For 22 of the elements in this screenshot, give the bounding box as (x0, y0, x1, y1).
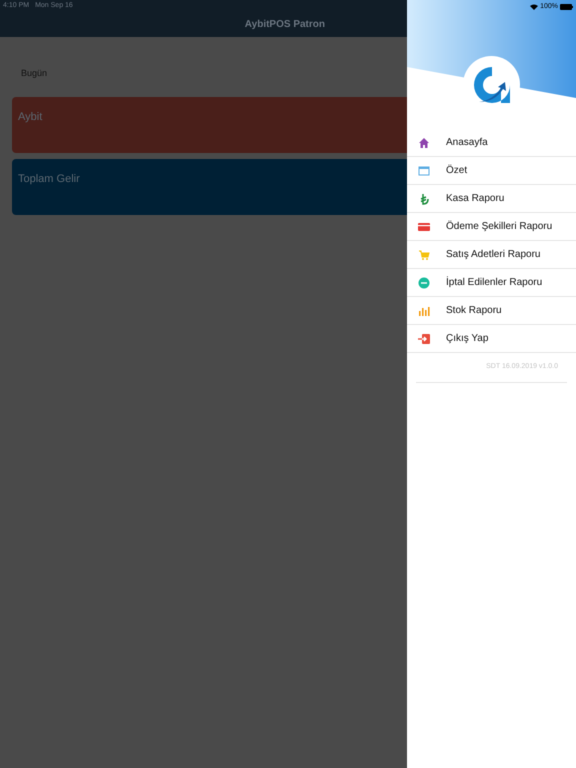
calendar-icon (418, 164, 430, 176)
wifi-icon (530, 4, 538, 10)
card-title: Toplam Gelir (18, 173, 80, 185)
menu-item[interactable]: Çıkış Yap (407, 325, 576, 353)
home-icon (418, 136, 430, 148)
menu-item[interactable]: Stok Raporu (407, 297, 576, 325)
card-title: Aybit (18, 111, 42, 123)
menu-item[interactable]: Kasa Raporu (407, 185, 576, 213)
bar-chart-icon (418, 304, 430, 316)
minus-circle-icon (418, 276, 430, 288)
exit-icon (418, 332, 430, 344)
menu-item[interactable]: Satış Adetleri Raporu (407, 241, 576, 269)
lira-icon (418, 192, 430, 204)
battery-icon (560, 4, 573, 10)
menu-item[interactable]: İptal Edilenler Raporu (407, 269, 576, 297)
period-label: Bugün (21, 68, 48, 78)
cart-icon (418, 248, 430, 260)
nav-title: AybitPOS Patron (244, 18, 325, 32)
menu-item[interactable]: Özet (407, 157, 576, 185)
credit-card-icon (418, 220, 430, 232)
menu-item[interactable]: Anasayfa (407, 129, 576, 157)
menu-item[interactable]: Ödeme Şekilleri Raporu (407, 213, 576, 241)
